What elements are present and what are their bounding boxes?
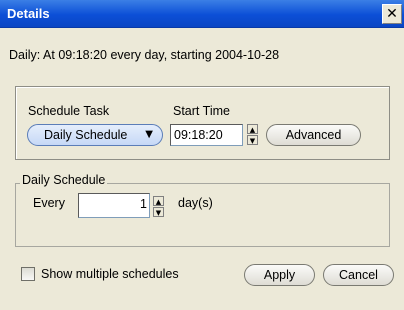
schedule-summary: Daily: At 09:18:20 every day, starting 2… bbox=[9, 48, 280, 62]
details-dialog: Details ✕ Daily: At 09:18:20 every day, … bbox=[0, 0, 404, 310]
window-title: Details bbox=[7, 6, 50, 21]
every-days-value: 1 bbox=[140, 197, 147, 211]
every-days-spinner[interactable]: ▲ ▼ bbox=[153, 196, 164, 218]
schedule-task-value: Daily Schedule bbox=[44, 128, 128, 142]
start-time-spinner[interactable]: ▲ ▼ bbox=[247, 124, 258, 146]
advanced-label: Advanced bbox=[285, 128, 342, 142]
title-bar[interactable]: Details ✕ bbox=[0, 0, 404, 28]
advanced-button[interactable]: Advanced bbox=[266, 124, 361, 146]
schedule-panel bbox=[15, 86, 390, 160]
triangle-down-icon[interactable]: ▼ bbox=[153, 207, 164, 217]
show-multiple-checkbox[interactable] bbox=[21, 267, 35, 281]
triangle-down-icon[interactable]: ▼ bbox=[247, 135, 258, 145]
close-button[interactable]: ✕ bbox=[382, 4, 402, 24]
apply-label: Apply bbox=[263, 268, 296, 282]
cancel-label: Cancel bbox=[339, 268, 378, 282]
schedule-task-dropdown[interactable]: Daily Schedule ▼ bbox=[27, 124, 163, 146]
triangle-up-icon[interactable]: ▲ bbox=[247, 124, 258, 134]
start-time-value: 09:18:20 bbox=[174, 128, 223, 142]
apply-button[interactable]: Apply bbox=[244, 264, 315, 286]
cancel-button[interactable]: Cancel bbox=[323, 264, 394, 286]
close-icon: ✕ bbox=[386, 6, 398, 22]
daily-schedule-group bbox=[15, 183, 390, 247]
every-days-input[interactable]: 1 bbox=[78, 193, 150, 218]
show-multiple-label[interactable]: Show multiple schedules bbox=[41, 267, 179, 281]
chevron-down-icon: ▼ bbox=[145, 129, 153, 140]
days-unit-label: day(s) bbox=[178, 196, 213, 210]
every-label: Every bbox=[33, 196, 65, 210]
daily-schedule-legend: Daily Schedule bbox=[20, 173, 108, 187]
schedule-task-label: Schedule Task bbox=[28, 104, 110, 118]
triangle-up-icon[interactable]: ▲ bbox=[153, 196, 164, 206]
start-time-input[interactable]: 09:18:20 bbox=[170, 124, 243, 146]
start-time-label: Start Time bbox=[173, 104, 230, 118]
